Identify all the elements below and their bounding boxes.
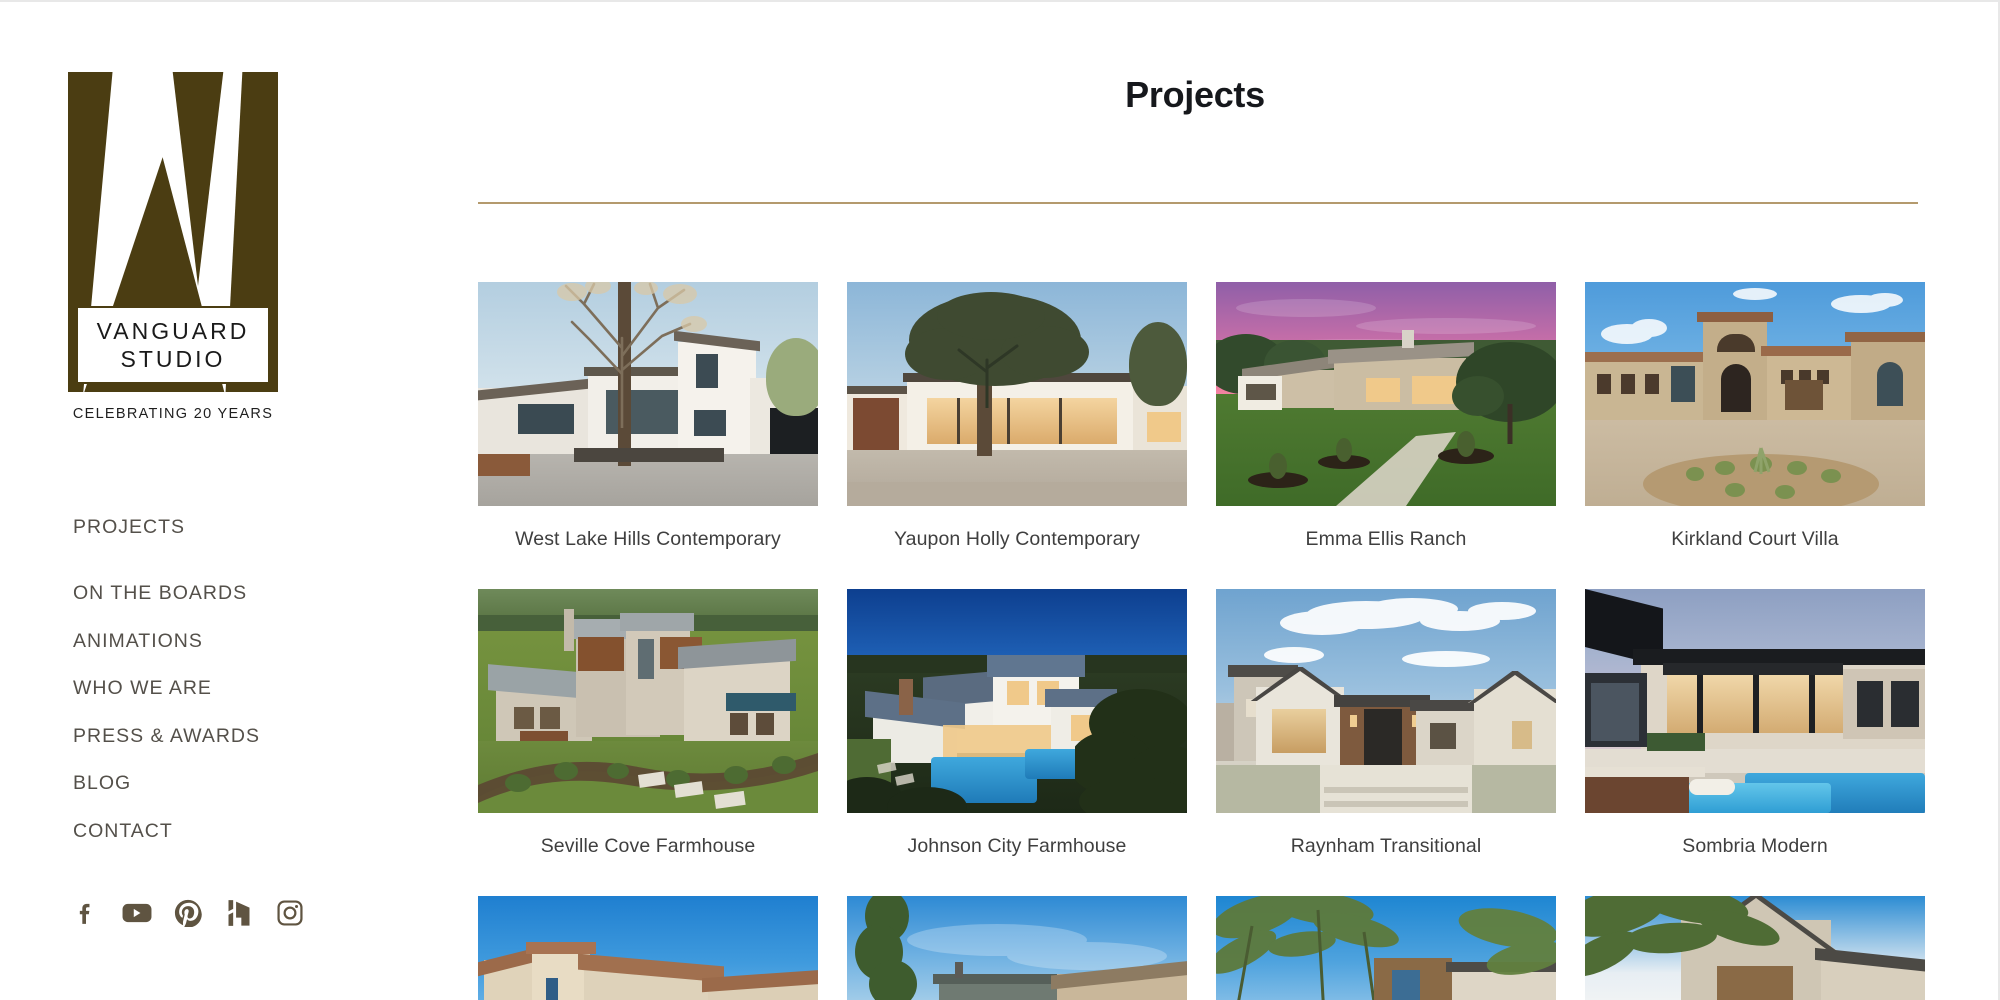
project-thumbnail[interactable] (1585, 282, 1925, 506)
brand-logo[interactable]: VANGUARD STUDIO CELEBRATING 20 YEARS (68, 72, 278, 422)
main-content: Projects West Lake Hills Contemporary Ya… (470, 2, 1998, 1000)
project-thumbnail[interactable] (478, 589, 818, 813)
page-root: VANGUARD STUDIO CELEBRATING 20 YEARS PRO… (0, 0, 2000, 1000)
project-thumbnail[interactable] (1585, 896, 1925, 1000)
project-card[interactable] (847, 896, 1187, 1000)
project-thumbnail[interactable] (1216, 589, 1556, 813)
project-thumbnail[interactable] (847, 282, 1187, 506)
logo-line-1: VANGUARD (96, 317, 250, 344)
sidebar-item-on-the-boards[interactable]: ON THE BOARDS (73, 582, 403, 604)
sidebar-nav: PROJECTS ON THE BOARDS ANIMATIONS WHO WE… (73, 516, 403, 842)
project-card[interactable] (478, 896, 818, 1000)
logo-v-inner-wedge (172, 72, 224, 286)
project-card[interactable]: Seville Cove Farmhouse (478, 589, 818, 896)
project-title[interactable]: Seville Cove Farmhouse (478, 835, 818, 858)
project-thumbnail[interactable] (1216, 896, 1556, 1000)
houzz-icon[interactable] (223, 897, 255, 929)
project-card[interactable]: Yaupon Holly Contemporary (847, 282, 1187, 589)
social-links (70, 897, 306, 929)
project-card[interactable]: Emma Ellis Ranch (1216, 282, 1556, 589)
project-title[interactable]: Johnson City Farmhouse (847, 835, 1187, 858)
project-thumbnail[interactable] (478, 282, 818, 506)
logo-line-2: STUDIO (120, 345, 226, 372)
sidebar-item-animations[interactable]: ANIMATIONS (73, 630, 403, 652)
header-divider (478, 202, 1918, 204)
project-card[interactable] (1216, 896, 1556, 1000)
project-title[interactable]: Emma Ellis Ranch (1216, 528, 1556, 551)
sidebar-item-contact[interactable]: CONTACT (73, 820, 403, 842)
project-card[interactable]: West Lake Hills Contemporary (478, 282, 818, 589)
project-card[interactable]: Johnson City Farmhouse (847, 589, 1187, 896)
projects-grid: West Lake Hills Contemporary Yaupon Holl… (478, 282, 1930, 1000)
project-card[interactable] (1585, 896, 1925, 1000)
project-title[interactable]: Raynham Transitional (1216, 835, 1556, 858)
sidebar-item-blog[interactable]: BLOG (73, 772, 403, 794)
project-thumbnail[interactable] (847, 896, 1187, 1000)
sidebar-item-projects[interactable]: PROJECTS (73, 516, 403, 538)
project-thumbnail[interactable] (478, 896, 818, 1000)
project-thumbnail[interactable] (1216, 282, 1556, 506)
sidebar-item-press-awards[interactable]: PRESS & AWARDS (73, 725, 403, 747)
project-thumbnail[interactable] (1585, 589, 1925, 813)
pinterest-icon[interactable] (172, 897, 204, 929)
project-title[interactable]: Yaupon Holly Contemporary (847, 528, 1187, 551)
logo-v-mark: VANGUARD STUDIO (68, 72, 278, 392)
project-title[interactable]: West Lake Hills Contemporary (478, 528, 818, 551)
instagram-icon[interactable] (274, 897, 306, 929)
logo-tagline: CELEBRATING 20 YEARS (72, 406, 274, 422)
project-card[interactable]: Sombria Modern (1585, 589, 1925, 896)
logo-nameplate: VANGUARD STUDIO (76, 306, 270, 384)
project-title[interactable]: Sombria Modern (1585, 835, 1925, 858)
sidebar-item-who-we-are[interactable]: WHO WE ARE (73, 677, 403, 699)
youtube-icon[interactable] (121, 897, 153, 929)
project-title[interactable]: Kirkland Court Villa (1585, 528, 1925, 551)
project-thumbnail[interactable] (847, 589, 1187, 813)
page-title: Projects (1125, 74, 1265, 115)
facebook-icon[interactable] (70, 897, 102, 929)
project-card[interactable]: Kirkland Court Villa (1585, 282, 1925, 589)
sidebar: VANGUARD STUDIO CELEBRATING 20 YEARS PRO… (0, 2, 470, 1000)
project-card[interactable]: Raynham Transitional (1216, 589, 1556, 896)
